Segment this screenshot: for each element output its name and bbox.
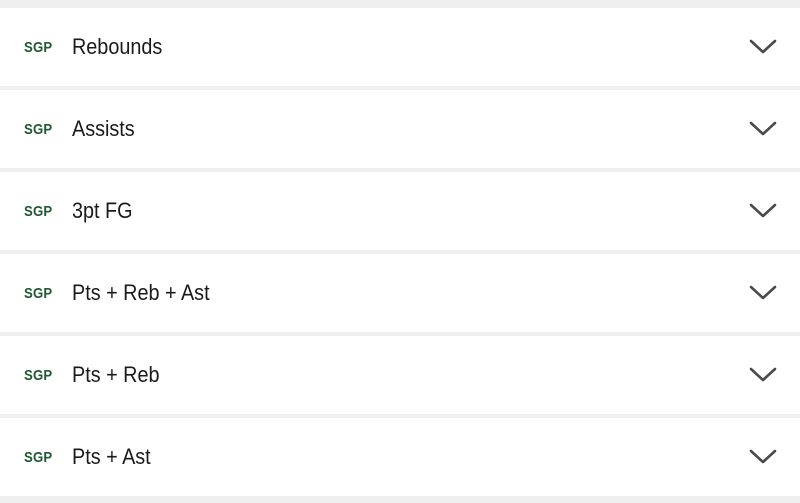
sgp-badge: SGP	[24, 202, 53, 220]
prop-markets-list: SGP Rebounds SGP Assists SGP 3pt FG SGP …	[0, 0, 800, 503]
market-label: Pts + Ast	[72, 444, 151, 469]
market-row-pts-reb-ast[interactable]: SGP Pts + Reb + Ast	[0, 254, 800, 332]
market-row-3pt-fg[interactable]: SGP 3pt FG	[0, 172, 800, 250]
sgp-badge: SGP	[24, 448, 53, 466]
sgp-badge: SGP	[24, 120, 53, 138]
chevron-down-icon[interactable]	[748, 448, 778, 466]
market-row-pts-reb[interactable]: SGP Pts + Reb	[0, 336, 800, 414]
sgp-badge: SGP	[24, 284, 53, 302]
market-label: Assists	[72, 116, 135, 141]
market-label: Rebounds	[72, 34, 163, 59]
market-label: 3pt FG	[72, 198, 133, 223]
market-label: Pts + Reb	[72, 362, 160, 387]
market-row-assists[interactable]: SGP Assists	[0, 90, 800, 168]
sgp-badge: SGP	[24, 366, 53, 384]
sgp-badge: SGP	[24, 38, 53, 56]
market-row-rebounds[interactable]: SGP Rebounds	[0, 8, 800, 86]
market-row-pts-ast[interactable]: SGP Pts + Ast	[0, 418, 800, 496]
market-label: Pts + Reb + Ast	[72, 280, 210, 305]
chevron-down-icon[interactable]	[748, 38, 778, 56]
chevron-down-icon[interactable]	[748, 202, 778, 220]
chevron-down-icon[interactable]	[748, 284, 778, 302]
chevron-down-icon[interactable]	[748, 120, 778, 138]
chevron-down-icon[interactable]	[748, 366, 778, 384]
